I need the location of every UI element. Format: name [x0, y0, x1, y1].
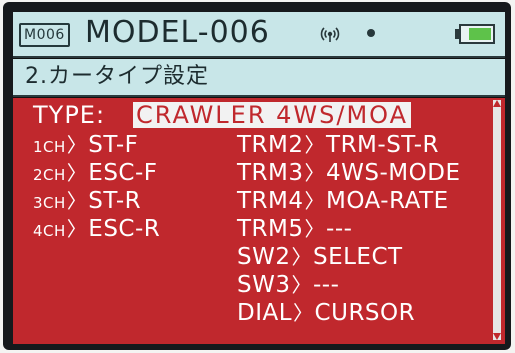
assign-key: TRM3 — [237, 160, 304, 186]
assign-value: --- — [312, 272, 340, 298]
channel-value: ESC-R — [88, 216, 161, 242]
assign-key: DIAL — [237, 300, 293, 326]
model-id-badge[interactable]: M006 — [19, 23, 70, 47]
assign-value: --- — [326, 216, 353, 242]
scroll-down-arrow-icon[interactable] — [493, 333, 501, 340]
chevron-right-icon: 〉 — [66, 217, 88, 241]
chevron-right-icon: 〉 — [304, 133, 326, 157]
channel-value: ST-R — [88, 188, 142, 214]
channel-row-2[interactable]: 2CH〉ESC-F — [33, 160, 158, 187]
lcd-screen: M006 MODEL-006 2.カータイプ設定 TYPE: CRAWLER 4… — [13, 12, 505, 344]
channel-label: 4CH — [33, 222, 66, 240]
channel-label: 2CH — [33, 166, 66, 184]
menu-title: 2.カータイプ設定 — [25, 64, 209, 89]
chevron-right-icon: 〉 — [66, 189, 88, 213]
chevron-right-icon: 〉 — [304, 189, 326, 213]
type-row[interactable]: TYPE: CRAWLER 4WS/MOA — [33, 101, 412, 129]
chevron-right-icon: 〉 — [304, 217, 326, 241]
channel-label: 3CH — [33, 194, 66, 212]
channel-value: ST-F — [88, 132, 139, 158]
chevron-right-icon: 〉 — [66, 133, 88, 157]
channel-row-4[interactable]: 4CH〉ESC-R — [33, 216, 160, 243]
assign-row-trm2[interactable]: TRM2〉TRM-ST-R — [237, 132, 439, 159]
battery-level-fill — [468, 28, 491, 40]
assign-row-trm5[interactable]: TRM5〉--- — [237, 216, 352, 243]
type-label: TYPE: — [33, 101, 106, 129]
header-bar: M006 MODEL-006 — [13, 12, 505, 58]
channel-row-1[interactable]: 1CH〉ST-F — [33, 132, 138, 159]
chevron-right-icon: 〉 — [293, 301, 314, 325]
device-bezel: M006 MODEL-006 2.カータイプ設定 TYPE: CRAWLER 4… — [3, 2, 511, 350]
assign-value: TRM-ST-R — [326, 132, 440, 158]
chevron-right-icon: 〉 — [304, 161, 326, 185]
channel-value: ESC-F — [88, 160, 158, 186]
assign-key: TRM2 — [237, 132, 304, 158]
assign-key: SW2 — [237, 244, 291, 270]
chevron-right-icon: 〉 — [291, 273, 312, 297]
battery-body — [459, 24, 495, 44]
assign-value: CURSOR — [314, 300, 416, 326]
scroll-up-arrow-icon[interactable] — [493, 100, 501, 107]
assign-value: SELECT — [312, 244, 403, 270]
battery-icon — [455, 24, 495, 44]
assign-value: MOA-RATE — [326, 188, 449, 214]
assign-row-sw2[interactable]: SW2〉SELECT — [237, 244, 403, 271]
assign-row-dial[interactable]: DIAL〉CURSOR — [237, 300, 415, 327]
menu-title-bar: 2.カータイプ設定 — [13, 59, 505, 97]
scrollbar[interactable] — [493, 100, 501, 340]
chevron-right-icon: 〉 — [291, 245, 312, 269]
assign-row-trm3[interactable]: TRM3〉4WS-MODE — [237, 160, 460, 187]
assign-row-trm4[interactable]: TRM4〉MOA-RATE — [237, 188, 449, 215]
assign-key: TRM4 — [237, 188, 304, 214]
assign-row-sw3[interactable]: SW3〉--- — [237, 272, 339, 299]
assign-key: TRM5 — [237, 216, 304, 242]
type-value-selected[interactable]: CRAWLER 4WS/MOA — [133, 102, 412, 128]
assign-key: SW3 — [237, 272, 291, 298]
chevron-right-icon: 〉 — [66, 161, 88, 185]
wireless-signal-icon — [320, 27, 340, 42]
car-type-settings-panel: TYPE: CRAWLER 4WS/MOA 1CH〉ST-F 2CH〉ESC-F… — [13, 98, 505, 344]
model-name: MODEL-006 — [85, 15, 270, 50]
channel-row-3[interactable]: 3CH〉ST-R — [33, 188, 141, 215]
channel-label: 1CH — [33, 138, 66, 156]
assign-value: 4WS-MODE — [326, 160, 461, 186]
status-dot-icon — [367, 29, 375, 37]
